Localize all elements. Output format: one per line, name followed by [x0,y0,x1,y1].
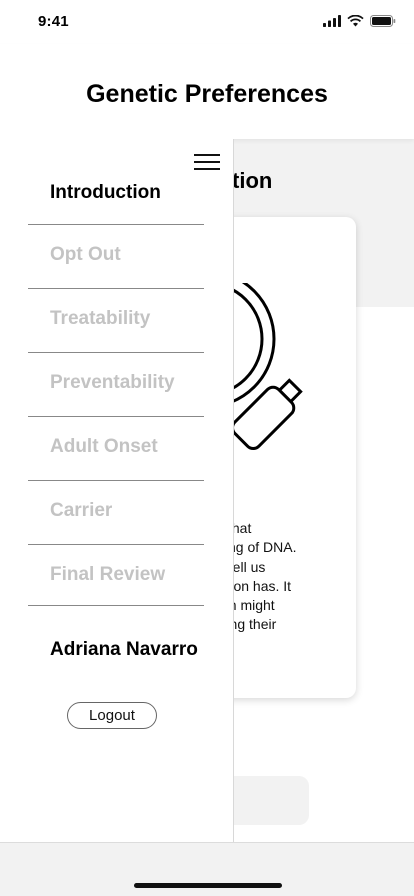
nav-item-treatability[interactable]: Treatability [28,289,204,353]
nav-item-label: Carrier [50,500,113,521]
nav-item-carrier[interactable]: Carrier [28,481,204,545]
nav-item-label: Final Review [50,564,166,585]
nav-item-label: Opt Out [50,244,121,265]
nav-item-adult-onset[interactable]: Adult Onset [28,417,204,481]
wifi-icon [347,15,364,27]
home-indicator[interactable] [134,883,282,888]
status-icons [323,15,396,27]
side-drawer: Introduction Opt Out Treatability Preven… [0,139,233,842]
signal-icon [323,15,341,27]
page-title: Genetic Preferences [86,80,328,108]
status-time: 9:41 [38,13,69,30]
nav-item-opt-out[interactable]: Opt Out [28,225,204,289]
logout-button[interactable]: Logout [67,702,157,729]
status-bar: 9:41 [0,0,414,44]
nav-item-label: Preventability [50,372,175,393]
nav-item-label: Adult Onset [50,436,158,457]
battery-icon [370,15,396,27]
nav-item-introduction[interactable]: Introduction [28,161,204,225]
nav-item-label: Introduction [50,182,161,203]
app-header: Genetic Preferences [0,44,414,139]
user-name: Adriana Navarro [50,639,198,660]
nav-item-label: Treatability [50,308,151,329]
nav-item-preventability[interactable]: Preventability [28,353,204,417]
nav-item-final-review[interactable]: Final Review [28,545,204,606]
bottom-bar [0,842,414,896]
